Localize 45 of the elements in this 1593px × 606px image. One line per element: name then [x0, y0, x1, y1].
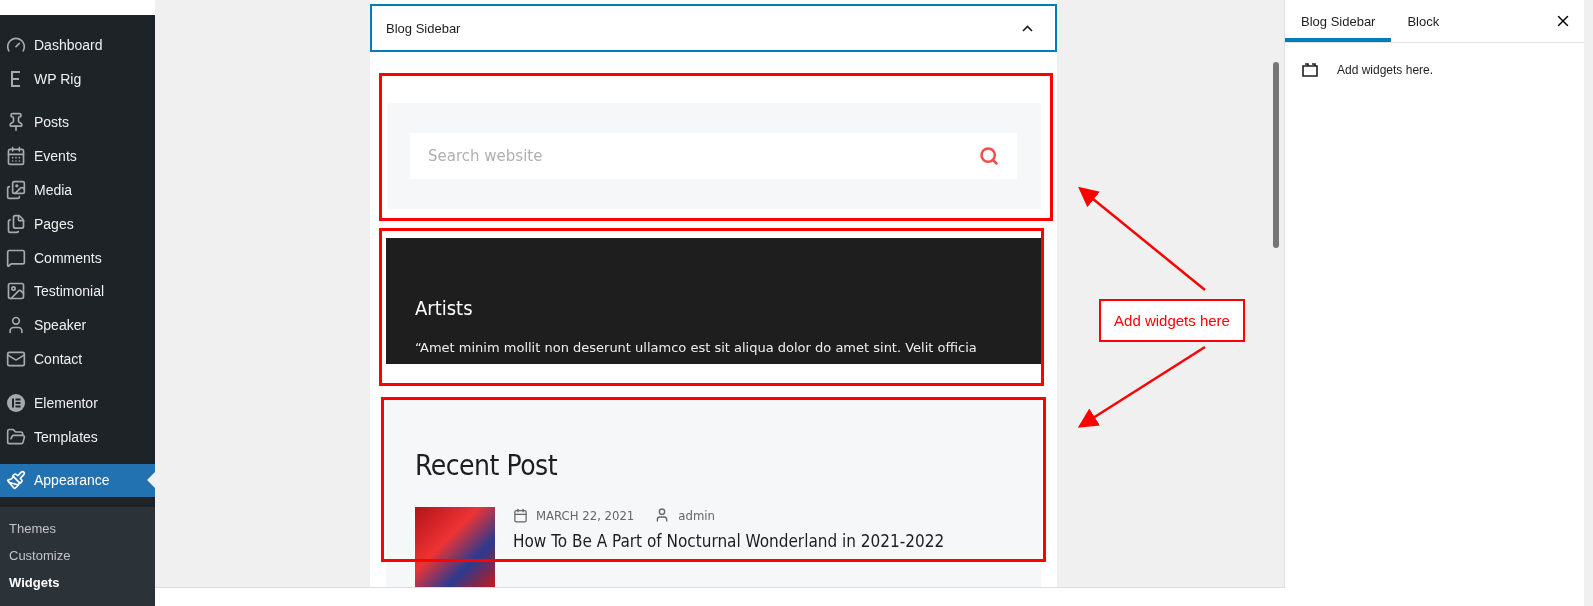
panel-tab[interactable]: Blog Sidebar [1285, 0, 1392, 42]
block-title: Artists [415, 295, 474, 320]
sidebar-item[interactable]: Speaker [0, 308, 155, 343]
sidebar-item[interactable]: Events [0, 139, 155, 174]
sidebar-item[interactable]: Posts [0, 105, 155, 140]
post-title-link[interactable]: How To Be A Part of Nocturnal Wonderland in 2021-2022 [513, 531, 945, 551]
sidebar-item[interactable]: Contact [0, 342, 155, 376]
folder-icon [6, 426, 26, 447]
submenu-item[interactable]: Widgets [0, 569, 155, 597]
scrollbar[interactable] [1273, 62, 1279, 248]
annotation-label: Add widgets here [1099, 299, 1245, 342]
sidebar-item[interactable]: Templates [0, 419, 155, 454]
envelope-icon [6, 349, 26, 370]
search-icon [979, 146, 999, 166]
pin-icon [6, 112, 26, 133]
post-date: MARCH 22, 2021 [536, 507, 635, 523]
speech-bubble-icon [6, 247, 26, 268]
sidebar-item[interactable]: Comments [0, 240, 155, 275]
block-text: “Amet minim mollit non deserunt ullamco est sit aliqua dolor do amet sint. Velit officia [415, 339, 978, 355]
sidebar-item[interactable]: WP Rig [0, 61, 155, 96]
chevron-up-icon [1022, 24, 1033, 32]
picture-icon [6, 281, 26, 302]
paintbrush-icon [6, 470, 26, 491]
panel-message: Add widgets here. [1337, 63, 1434, 77]
sidebar-item[interactable]: Dashboard [0, 28, 155, 62]
submenu-item[interactable]: Themes [0, 515, 155, 543]
person-icon [6, 315, 26, 336]
submenu-item[interactable]: Customize [0, 542, 155, 570]
panel-tab[interactable]: Block [1391, 0, 1456, 42]
block-title: Recent Post [415, 449, 559, 482]
sidebar-item[interactable]: Pages [0, 207, 155, 241]
widget-area-icon [1301, 63, 1319, 77]
calendar-icon [513, 507, 528, 523]
pages-icon [6, 213, 26, 234]
post-author: admin [678, 507, 715, 523]
sidebar-item[interactable]: Elementor [0, 385, 155, 420]
sidebar-item[interactable]: Media [0, 173, 155, 207]
calendar-icon [6, 146, 26, 167]
images-icon [6, 180, 26, 201]
elementor-logo-icon [6, 392, 26, 413]
search-bar[interactable]: Search website [410, 133, 1017, 179]
sidebar-item[interactable]: Testimonial [0, 274, 155, 309]
search-input[interactable]: Search website [426, 146, 979, 166]
sidebar-item[interactable]: Appearance [0, 463, 155, 498]
widget-area-header[interactable]: Blog Sidebar [370, 4, 1057, 52]
